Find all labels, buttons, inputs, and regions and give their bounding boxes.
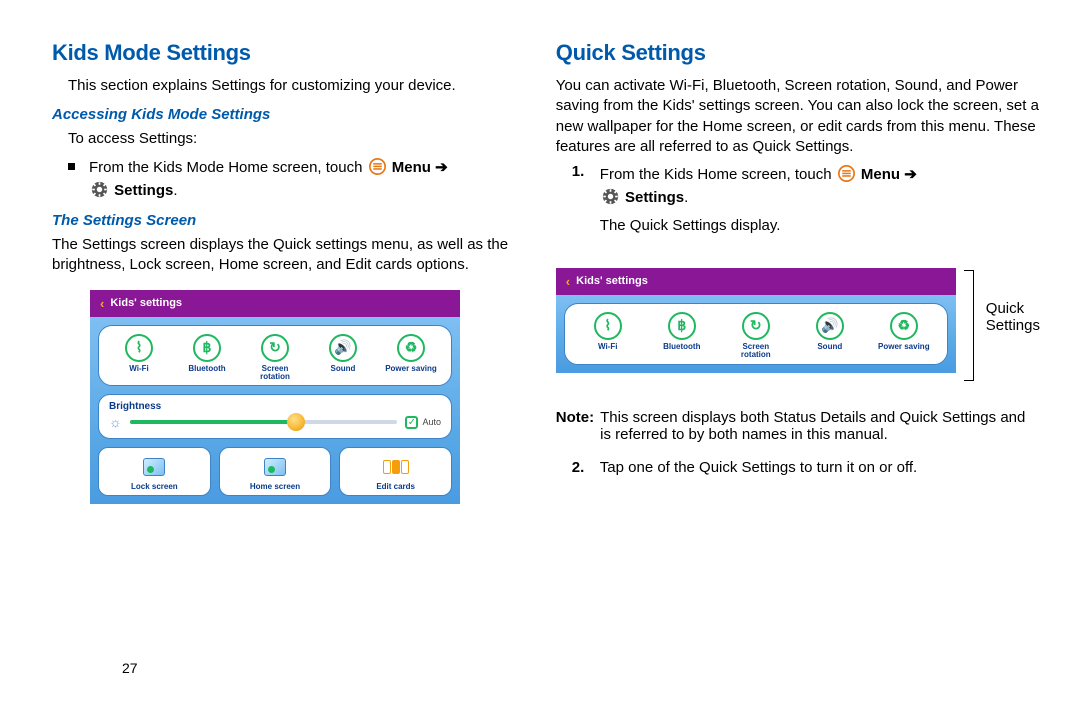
bullet-icon: [68, 163, 75, 170]
slider-knob-icon: [287, 413, 305, 431]
toggle-bluetooth[interactable]: ฿Bluetooth: [652, 312, 712, 360]
step1-pre: From the Kids Home screen, touch: [600, 166, 832, 183]
gear-icon: [602, 188, 619, 205]
subheading-settings-screen: The Settings Screen: [52, 212, 516, 229]
toggle-power-saving[interactable]: ♻Power saving: [874, 312, 934, 360]
chevron-left-icon: ‹: [100, 296, 104, 311]
chevron-left-icon: ‹: [566, 274, 570, 289]
page-number: 27: [122, 660, 138, 676]
picture-icon: [264, 458, 286, 476]
heading-kids-mode-settings: Kids Mode Settings: [52, 40, 516, 66]
picture-icon: [143, 458, 165, 476]
bluetooth-icon: ฿: [193, 334, 221, 362]
check-icon: ✓: [405, 416, 418, 429]
rotate-icon: ↻: [742, 312, 770, 340]
toggle-sound[interactable]: 🔊Sound: [800, 312, 860, 360]
wifi-icon: ⌇: [125, 334, 153, 362]
quick-settings-row: ⌇Wi-Fi ฿Bluetooth ↻Screen rotation 🔊Soun…: [98, 325, 452, 387]
menu-label: Menu: [861, 166, 900, 183]
step-number: 2.: [572, 459, 590, 476]
panel-title: Kids' settings: [110, 297, 182, 309]
recycle-icon: ♻: [397, 334, 425, 362]
toggle-screen-rotation[interactable]: ↻Screen rotation: [726, 312, 786, 360]
panel-header: ‹ Kids' settings: [90, 290, 460, 317]
arrow-icon: ➔: [904, 166, 917, 183]
quick-settings-row: ⌇Wi-Fi ฿Bluetooth ↻Screen rotation 🔊Soun…: [564, 303, 948, 365]
step-number: 1.: [572, 163, 590, 240]
brightness-icon: ☼: [109, 414, 122, 430]
period: .: [173, 182, 177, 199]
toggle-screen-rotation[interactable]: ↻Screen rotation: [245, 334, 305, 382]
settings-label: Settings: [114, 182, 173, 199]
bluetooth-icon: ฿: [668, 312, 696, 340]
step1-post: The Quick Settings display.: [600, 216, 1040, 236]
card-lock-screen[interactable]: Lock screen: [98, 447, 211, 496]
subheading-accessing: Accessing Kids Mode Settings: [52, 106, 516, 123]
menu-icon: [838, 165, 855, 182]
brightness-slider[interactable]: [130, 420, 398, 424]
quick-settings-para: You can activate Wi-Fi, Bluetooth, Scree…: [556, 76, 1040, 157]
gear-icon: [91, 181, 108, 198]
brightness-card: Brightness ☼ ✓Auto: [98, 394, 452, 439]
wifi-icon: ⌇: [594, 312, 622, 340]
card-home-screen[interactable]: Home screen: [219, 447, 332, 496]
toggle-wifi[interactable]: ⌇Wi-Fi: [109, 334, 169, 382]
settings-screen-para: The Settings screen displays the Quick s…: [52, 235, 516, 276]
menu-icon: [369, 158, 386, 175]
step2-text: Tap one of the Quick Settings to turn it…: [600, 459, 1040, 476]
bullet-item: From the Kids Mode Home screen, touch Me…: [68, 156, 516, 203]
toggle-sound[interactable]: 🔊Sound: [313, 334, 373, 382]
rotate-icon: ↻: [261, 334, 289, 362]
settings-label: Settings: [625, 189, 684, 206]
callout-bracket: [964, 254, 978, 381]
auto-checkbox[interactable]: ✓Auto: [405, 416, 441, 429]
recycle-icon: ♻: [890, 312, 918, 340]
toggle-wifi[interactable]: ⌇Wi-Fi: [578, 312, 638, 360]
cards-icon: [383, 460, 409, 474]
brightness-label: Brightness: [109, 401, 441, 412]
toggle-bluetooth[interactable]: ฿Bluetooth: [177, 334, 237, 382]
kids-settings-screenshot: ‹ Kids' settings ⌇Wi-Fi ฿Bluetooth ↻Scre…: [90, 290, 460, 505]
kids-settings-screenshot-small: ‹ Kids' settings ⌇Wi-Fi ฿Bluetooth ↻Scre…: [556, 268, 956, 373]
menu-label: Menu: [392, 159, 431, 176]
to-access-text: To access Settings:: [68, 129, 516, 149]
heading-quick-settings: Quick Settings: [556, 40, 1040, 66]
note-label: Note:: [556, 409, 594, 426]
sound-icon: 🔊: [816, 312, 844, 340]
intro-text: This section explains Settings for custo…: [68, 76, 516, 96]
card-edit-cards[interactable]: Edit cards: [339, 447, 452, 496]
arrow-icon: ➔: [435, 159, 448, 176]
note-body: This screen displays both Status Details…: [600, 409, 1040, 443]
sound-icon: 🔊: [329, 334, 357, 362]
panel-header: ‹ Kids' settings: [556, 268, 956, 295]
toggle-power-saving[interactable]: ♻Power saving: [381, 334, 441, 382]
bullet-pre-text: From the Kids Mode Home screen, touch: [89, 159, 362, 176]
callout-label: Quick Settings: [986, 300, 1040, 335]
panel-title: Kids' settings: [576, 275, 648, 287]
